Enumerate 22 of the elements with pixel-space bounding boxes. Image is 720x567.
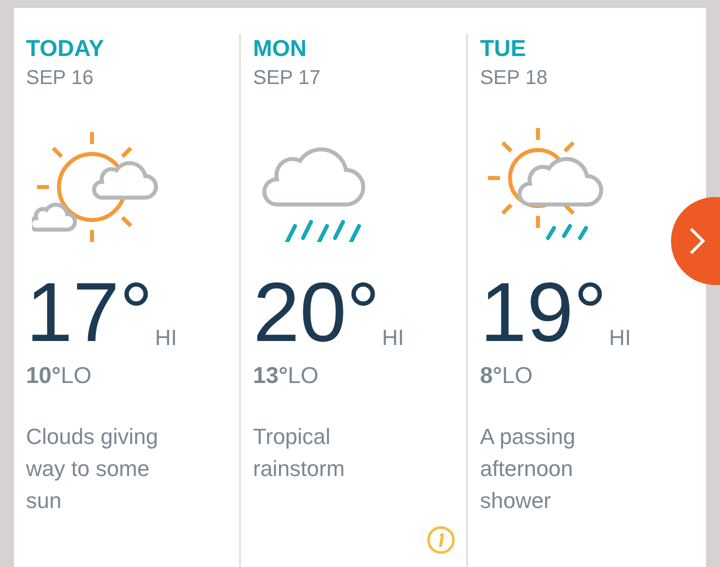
low-label: LO — [288, 361, 318, 390]
low-label: LO — [502, 361, 533, 390]
date-label: SEP 16 — [26, 66, 94, 90]
low-temperature: 13° — [253, 361, 288, 390]
chevron-right-icon — [687, 226, 707, 256]
forecast-summary: A passing afternoon shower — [480, 422, 576, 514]
high-label: HI — [382, 326, 404, 350]
day-label: TUE — [480, 34, 527, 62]
forecast-summary: Tropical rainstorm — [253, 422, 346, 482]
low-temperature: 8° — [480, 361, 502, 390]
high-label: HI — [609, 326, 632, 350]
high-temperature: 17° — [26, 272, 154, 352]
low-label: LO — [60, 361, 92, 390]
day-label: TODAY — [26, 34, 105, 62]
high-label: HI — [155, 326, 178, 350]
low-temperature: 10° — [26, 361, 61, 390]
high-temperature: 19° — [480, 272, 608, 352]
date-label: SEP 18 — [480, 66, 548, 90]
high-temperature: 20° — [253, 272, 380, 352]
forecast-summary: Clouds giving way to some sun — [26, 422, 160, 514]
date-label: SEP 17 — [253, 66, 320, 90]
day-label: MON — [253, 34, 308, 62]
